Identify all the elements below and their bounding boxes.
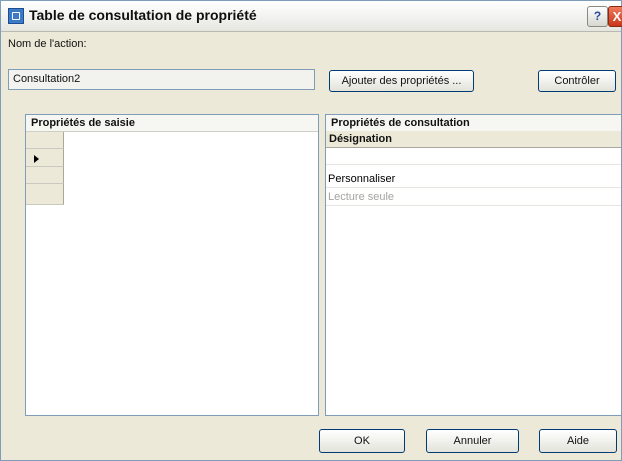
- action-name-label: Nom de l'action:: [8, 38, 87, 50]
- designation-column-header[interactable]: Désignation: [326, 131, 621, 148]
- app-icon: [8, 8, 24, 24]
- row-header[interactable]: [26, 132, 64, 149]
- add-properties-button[interactable]: Ajouter des propriétés ...: [329, 70, 474, 92]
- check-button[interactable]: Contrôler: [538, 70, 616, 92]
- help-button[interactable]: Aide: [539, 429, 617, 453]
- input-properties-panel: Propriétés de saisie: [25, 114, 319, 416]
- row-header[interactable]: [26, 184, 64, 205]
- list-item[interactable]: Personnaliser: [326, 171, 621, 188]
- close-button[interactable]: X: [608, 6, 622, 27]
- list-item[interactable]: Lecture seule: [326, 189, 621, 206]
- row-header-current[interactable]: [26, 149, 64, 167]
- ok-button[interactable]: OK: [319, 429, 405, 453]
- list-item[interactable]: [326, 148, 621, 165]
- dialog-window: Table de consultation de propriété ? X N…: [0, 0, 622, 461]
- lookup-properties-header: Propriétés de consultation: [326, 115, 621, 132]
- lookup-properties-panel: Propriétés de consultation Désignation P…: [325, 114, 622, 416]
- title-bar[interactable]: Table de consultation de propriété ? X: [1, 1, 622, 32]
- window-title: Table de consultation de propriété: [29, 7, 257, 23]
- action-name-input[interactable]: Consultation2: [8, 69, 315, 90]
- row-header[interactable]: [26, 167, 64, 184]
- cancel-button[interactable]: Annuler: [426, 429, 519, 453]
- help-title-button[interactable]: ?: [587, 6, 608, 27]
- current-row-arrow-icon: [34, 155, 39, 163]
- input-properties-header: Propriétés de saisie: [26, 115, 318, 132]
